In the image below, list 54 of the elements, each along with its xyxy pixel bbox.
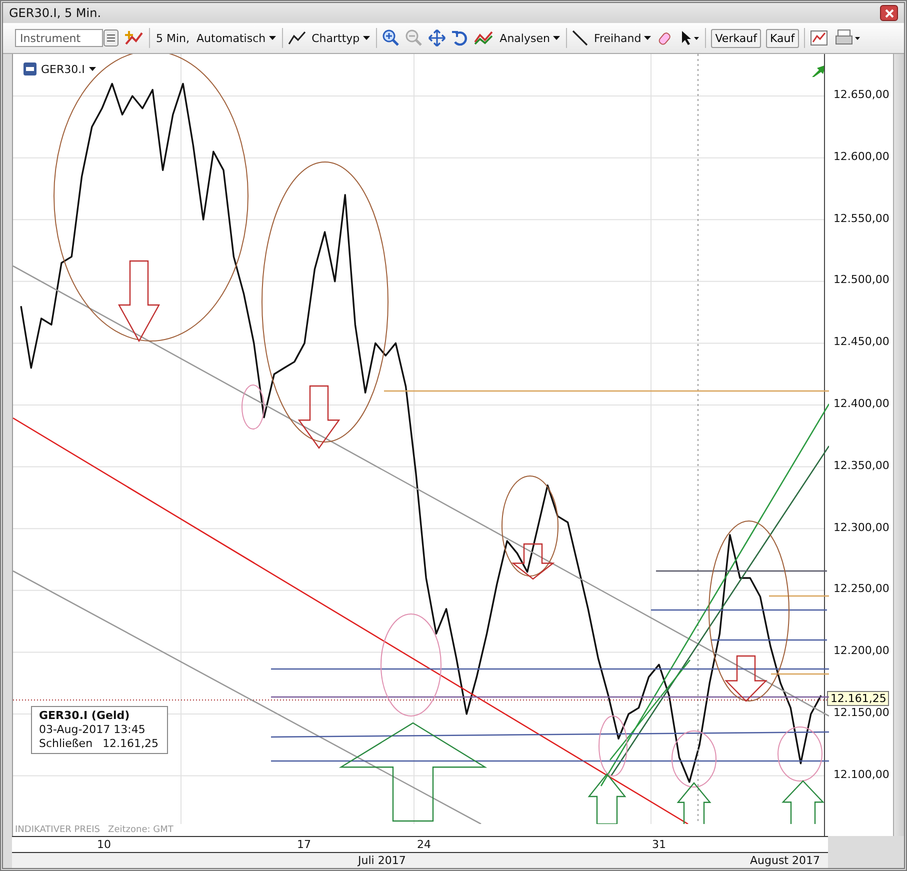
caret-icon: [644, 36, 652, 40]
axis-tick-label: 12.350,00: [833, 458, 890, 472]
close-value: 12.161,25: [102, 737, 159, 751]
trade-button[interactable]: Kauf: [766, 28, 799, 48]
trend-up-icon: [811, 64, 824, 78]
close-icon: [884, 8, 894, 18]
instrument-field[interactable]: Instrument: [15, 29, 103, 47]
axis-tick-label: 12.300,00: [833, 520, 890, 534]
caret-icon: [268, 36, 276, 40]
print-icon[interactable]: [834, 29, 861, 47]
line-tool-icon: [572, 30, 588, 46]
axis-tick-label: 12.100,00: [833, 768, 890, 781]
date-axis-label: 10: [97, 838, 111, 851]
caret-icon: [362, 36, 370, 40]
drawing-dropdown[interactable]: Freihand: [592, 32, 652, 44]
interval-dropdown[interactable]: 5 Min, Automatisch: [155, 32, 277, 44]
axis-tick-label: 12.450,00: [833, 335, 890, 348]
date-axis-label: 17: [297, 838, 311, 851]
axis-tick-label: 12.600,00: [833, 150, 890, 163]
window-title: GER30.I, 5 Min.: [9, 6, 102, 20]
undo-icon[interactable]: [450, 29, 469, 47]
axis-tick-label: 12.650,00: [833, 88, 890, 102]
month-axis-label: August 2017: [750, 854, 820, 867]
axis-tick-label: 12.550,00: [833, 212, 890, 225]
chart-settings-icon[interactable]: [810, 29, 830, 47]
zoom-in-icon[interactable]: [382, 29, 400, 47]
symbol-selector[interactable]: GER30.I: [23, 62, 96, 76]
timezone-label: Zeitzone: GMT: [108, 825, 174, 835]
chart-type-dropdown[interactable]: Charttyp: [310, 32, 371, 44]
line-chart-icon: [288, 30, 306, 46]
cursor-icon[interactable]: [680, 30, 700, 46]
caret-icon: [552, 36, 560, 40]
list-icon[interactable]: [103, 29, 119, 47]
analysis-icon: [474, 30, 494, 46]
caret-icon: [88, 67, 96, 71]
close-button[interactable]: [880, 5, 898, 21]
axis-tick-label: 12.500,00: [833, 273, 890, 286]
info-title: GER30.I (Geld): [39, 709, 131, 723]
info-datetime: 03-Aug-2017 13:45: [39, 723, 146, 737]
chart-add-icon[interactable]: [124, 29, 144, 47]
trade-button[interactable]: Verkauf: [711, 28, 761, 48]
axis-tick-label: 12.400,00: [833, 397, 890, 410]
price-note: INDIKATIVER PREIS: [15, 825, 100, 835]
date-axis-label: 31: [652, 838, 666, 851]
analyses-dropdown[interactable]: Analysen: [498, 32, 561, 44]
date-axis-label: 24: [417, 838, 431, 851]
axis-tick-label: 12.200,00: [833, 644, 890, 658]
close-label: Schließen: [39, 737, 93, 751]
move-icon[interactable]: [428, 29, 446, 47]
current-price-tag: 12.161,25: [827, 691, 890, 706]
month-axis-label: Juli 2017: [358, 854, 406, 867]
axis-tick-label: 12.150,00: [833, 706, 890, 719]
cfd-icon: [23, 62, 37, 76]
axis-tick-label: 12.250,00: [833, 582, 890, 596]
